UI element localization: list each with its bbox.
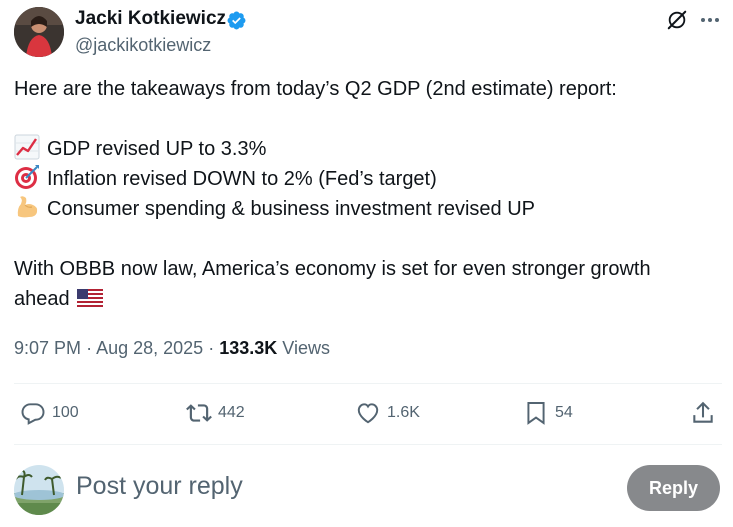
tweet-closing-text: ahead [14, 288, 70, 310]
reply-icon [21, 403, 45, 425]
tweet-time[interactable]: 9:07 PM [14, 338, 81, 358]
share-action-button[interactable] [690, 398, 722, 428]
bookmark-count: 54 [555, 404, 573, 421]
share-icon [693, 401, 713, 423]
chart-increasing-icon [14, 134, 40, 160]
divider [14, 444, 722, 445]
like-count: 1.6K [387, 404, 420, 421]
tweet-bullet: Consumer spending & business investment … [14, 194, 535, 224]
current-user-avatar[interactable] [14, 465, 64, 515]
avatar-image [14, 7, 64, 57]
more-options-icon[interactable] [698, 9, 722, 31]
flexed-biceps-icon [17, 196, 38, 218]
author-handle[interactable]: @jackikotkiewicz [75, 35, 211, 56]
reply-input[interactable]: Post your reply [76, 472, 243, 501]
tweet-bullet-text: Consumer spending & business investment … [47, 198, 536, 220]
tweet-bullet: GDP revised UP to 3.3% [14, 134, 266, 164]
grok-icon[interactable] [666, 9, 688, 31]
tweet-bullet-text: Inflation revised DOWN to 2% (Fed’s targ… [47, 168, 437, 190]
reply-submit-button[interactable]: Reply [627, 465, 720, 511]
direct-hit-icon [15, 165, 39, 189]
us-flag-icon [77, 289, 104, 307]
verified-badge-icon[interactable] [226, 10, 247, 31]
author-display-name[interactable]: Jacki Kotkiewicz [75, 8, 226, 30]
avatar-image [14, 465, 64, 515]
meta-separator: · [208, 338, 215, 358]
reply-count: 100 [52, 404, 79, 421]
bookmark-icon [527, 402, 545, 425]
tweet-closing-line: ahead [14, 284, 104, 314]
bookmark-action-button[interactable]: 54 [523, 398, 573, 428]
tweet-date[interactable]: Aug 28, 2025 [96, 338, 203, 358]
repost-action-button[interactable]: 442 [186, 398, 245, 428]
views-count: 133.3K [219, 338, 278, 358]
tweet-closing-line: With OBBB now law, America’s economy is … [14, 258, 651, 280]
reply-action-button[interactable]: 100 [20, 398, 79, 428]
divider [14, 383, 722, 384]
tweet-bullet-text: GDP revised UP to 3.3% [47, 138, 267, 160]
author-avatar[interactable] [14, 7, 64, 57]
like-action-button[interactable]: 1.6K [355, 398, 420, 428]
meta-separator: · [86, 338, 93, 358]
tweet-intro: Here are the takeaways from today’s Q2 G… [14, 78, 617, 100]
repost-icon [186, 404, 212, 422]
repost-count: 442 [218, 404, 245, 421]
tweet-bullet: Inflation revised DOWN to 2% (Fed’s targ… [14, 164, 437, 194]
views-label: Views [282, 338, 330, 358]
heart-icon [357, 403, 379, 424]
tweet-meta: 9:07 PM · Aug 28, 2025 · 133.3K Views [14, 338, 330, 359]
